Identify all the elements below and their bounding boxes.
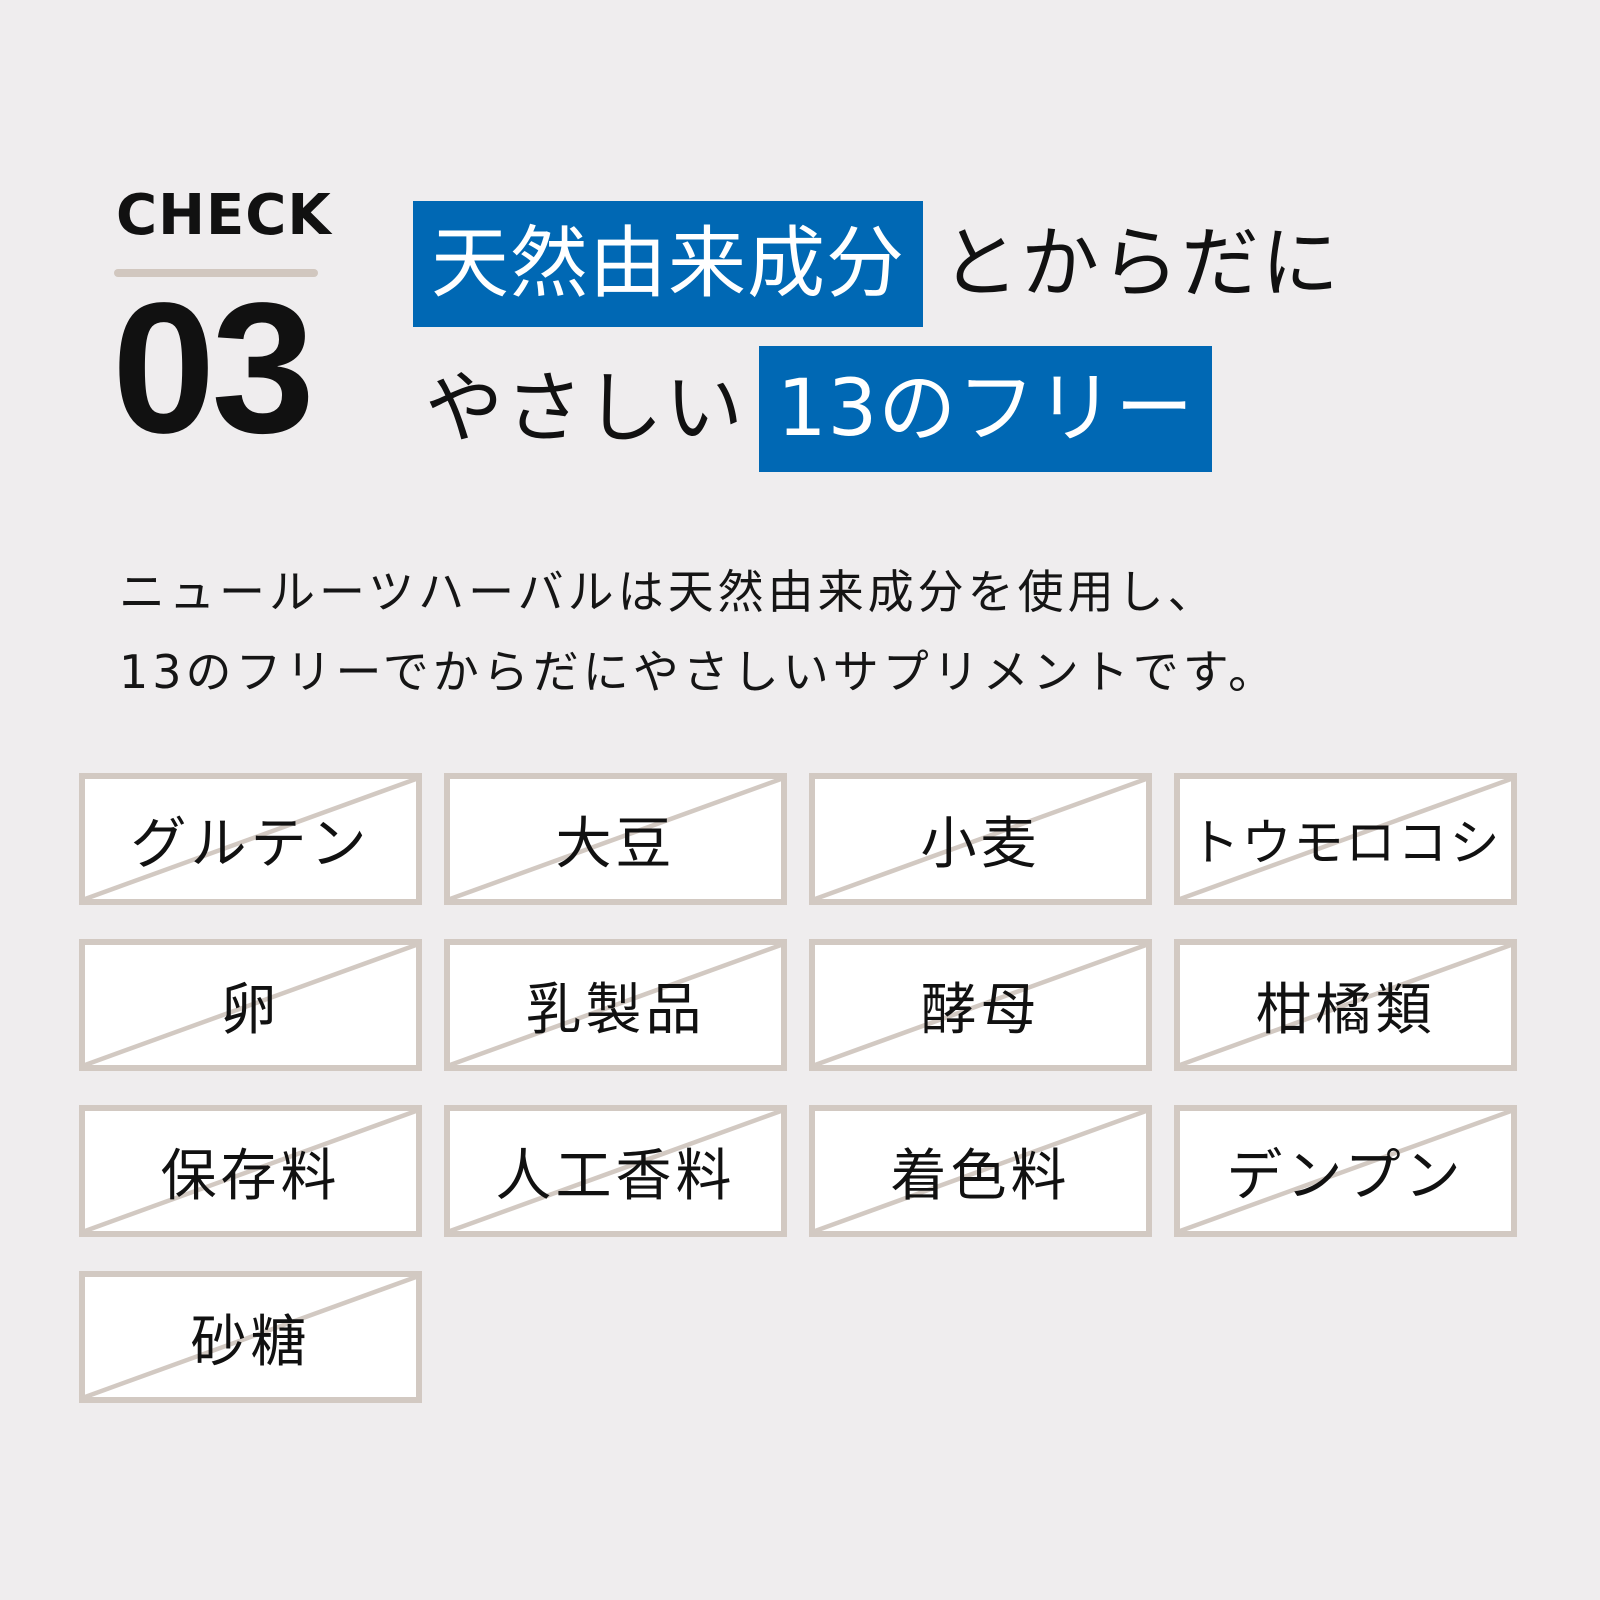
- free-item-tile: 人工香料: [444, 1105, 787, 1237]
- free-item-label: 大豆: [555, 811, 676, 877]
- free-item-label: 保存料: [160, 1143, 341, 1209]
- free-items-grid: グルテン 大豆 小麦 トウモロコシ卵 乳製品 酵母 柑橘類保存料 人工香料 着色料 デンプン砂糖: [79, 773, 1517, 1403]
- check-label: CHECK: [116, 183, 332, 248]
- free-item-tile: 卵: [79, 939, 422, 1071]
- free-item-tile: 小麦: [809, 773, 1152, 905]
- headline-line-1: 天然由来成分 とからだに: [413, 201, 1355, 327]
- free-item-label: 着色料: [890, 1143, 1071, 1209]
- check-number: 03: [112, 265, 315, 472]
- free-item-tile: 柑橘類: [1174, 939, 1517, 1071]
- free-item-label: グルテン: [130, 811, 371, 877]
- free-item-tile: トウモロコシ: [1174, 773, 1517, 905]
- free-item-tile: 砂糖: [79, 1271, 422, 1403]
- free-item-tile: 大豆: [444, 773, 787, 905]
- headline-text-2: やさしい: [425, 364, 746, 454]
- check-badge: CHECK 03: [112, 183, 332, 462]
- free-item-label: 小麦: [920, 811, 1041, 877]
- free-item-tile: グルテン: [79, 773, 422, 905]
- headline-text-1: とからだに: [941, 219, 1342, 309]
- free-item-label: 柑橘類: [1255, 977, 1436, 1043]
- headline-highlight-free: 13のフリー: [759, 346, 1213, 472]
- description: ニュールーツハーバルは天然由来成分を使用し、 13のフリーでからだにやさしいサプ…: [119, 552, 1519, 712]
- free-item-label: デンプン: [1226, 1143, 1465, 1209]
- free-item-label: トウモロコシ: [1189, 814, 1502, 872]
- description-line-1: ニュールーツハーバルは天然由来成分を使用し、: [119, 565, 1218, 619]
- free-item-tile: 保存料: [79, 1105, 422, 1237]
- free-item-tile: 酵母: [809, 939, 1152, 1071]
- free-item-label: 乳製品: [525, 977, 706, 1043]
- free-item-tile: デンプン: [1174, 1105, 1517, 1237]
- free-item-label: 酵母: [920, 977, 1041, 1043]
- headline-line-2: やさしい 13のフリー: [425, 346, 1355, 472]
- headline: 天然由来成分 とからだに やさしい 13のフリー: [413, 201, 1355, 472]
- description-line-2: 13のフリーでからだにやさしいサプリメントです。: [119, 645, 1279, 699]
- free-item-label: 砂糖: [190, 1309, 311, 1375]
- headline-highlight-natural: 天然由来成分: [413, 201, 924, 327]
- free-item-label: 人工香料: [495, 1143, 736, 1209]
- free-item-tile: 着色料: [809, 1105, 1152, 1237]
- free-item-label: 卵: [220, 977, 281, 1043]
- free-item-tile: 乳製品: [444, 939, 787, 1071]
